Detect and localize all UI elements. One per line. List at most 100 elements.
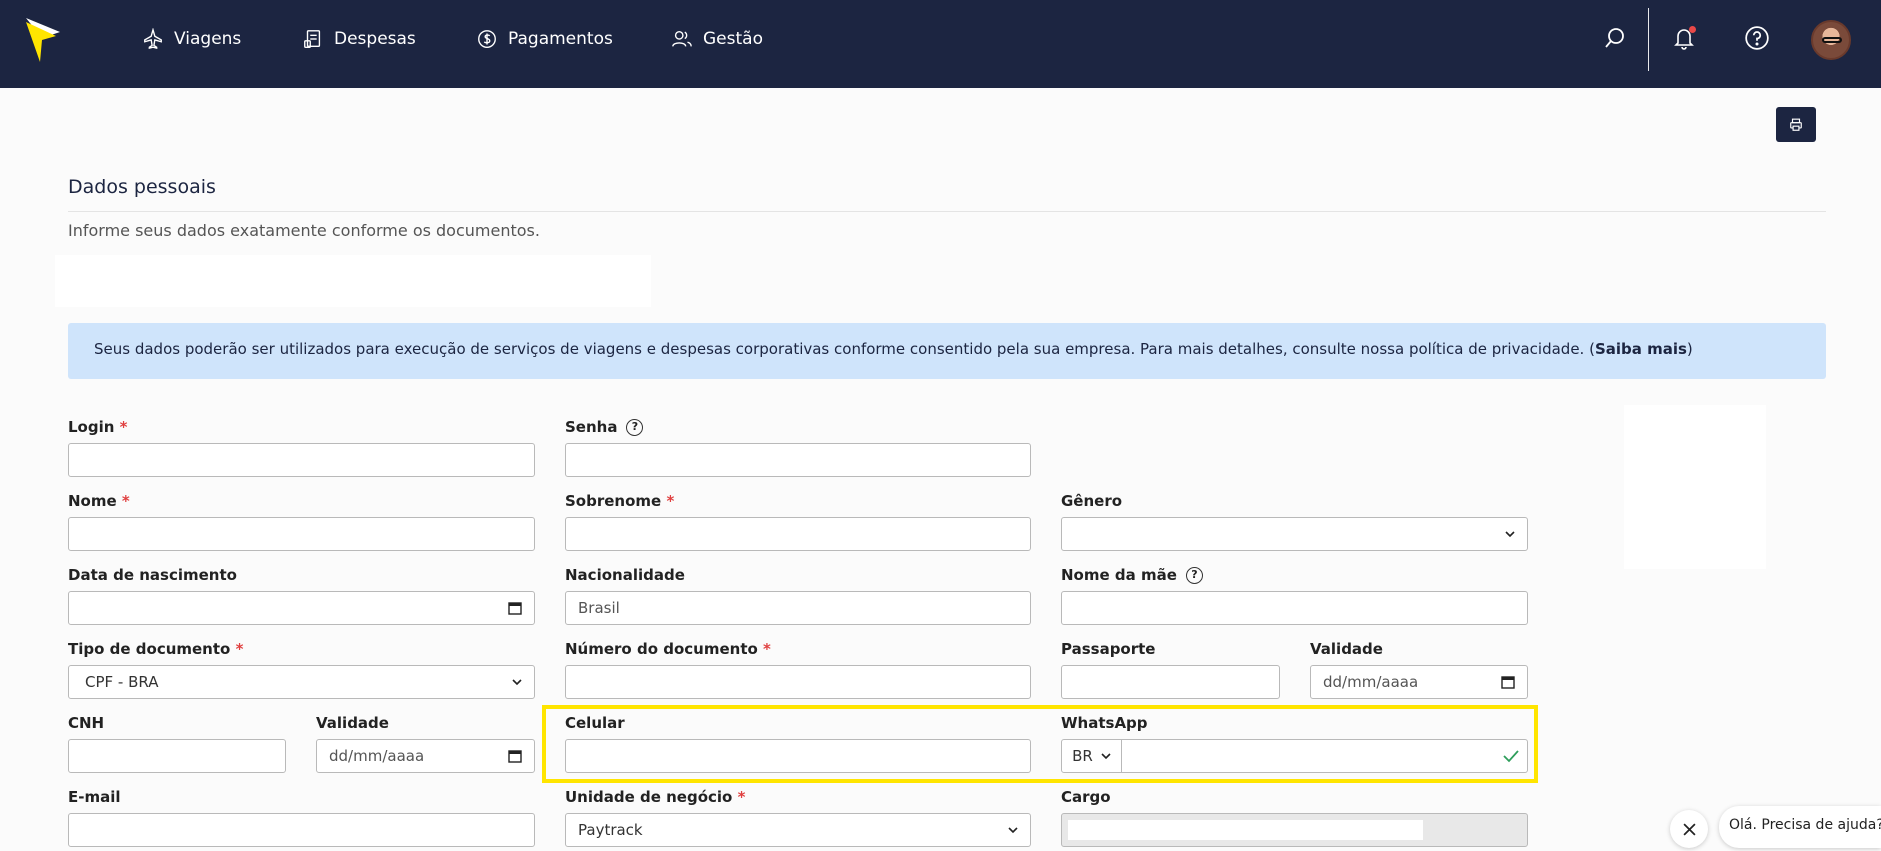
numero-documento-label-text: Número do documento [565, 640, 758, 658]
help-circle-icon [1745, 26, 1769, 50]
paytrack-logo[interactable] [26, 18, 60, 62]
privacy-info-banner: Seus dados poderão ser utilizados para e… [68, 323, 1826, 379]
calendar-icon[interactable] [1501, 675, 1515, 689]
printer-icon [1790, 118, 1802, 131]
top-navbar: Viagens Despesas Pagamentos Gestão [0, 0, 1881, 88]
chevron-down-icon [1008, 827, 1018, 834]
users-icon [672, 30, 692, 47]
unidade-negocio-select[interactable]: Paytrack [565, 813, 1031, 847]
nome-label: Nome * [68, 492, 130, 510]
calendar-icon[interactable] [508, 749, 522, 763]
nav-gestao[interactable]: Gestão [671, 26, 763, 52]
validade-cnh-value: dd/mm/aaaa [329, 747, 425, 765]
nacionalidade-input[interactable]: Brasil [565, 591, 1031, 625]
data-nascimento-label: Data de nascimento [68, 566, 237, 584]
user-avatar[interactable] [1811, 20, 1851, 60]
email-label: E-mail [68, 788, 121, 806]
tipo-documento-select[interactable]: CPF - BRA [68, 665, 535, 699]
unidade-negocio-label-text: Unidade de negócio [565, 788, 733, 806]
plane-icon [144, 28, 162, 50]
tipo-documento-label-text: Tipo de documento [68, 640, 231, 658]
notification-dot [1689, 26, 1696, 33]
nome-mae-help-icon[interactable]: ? [1185, 567, 1203, 584]
nome-input[interactable] [68, 517, 535, 551]
chevron-down-icon [1505, 531, 1515, 538]
saiba-mais-link[interactable]: Saiba mais [1595, 340, 1687, 358]
login-label-text: Login [68, 418, 115, 436]
nome-label-text: Nome [68, 492, 117, 510]
nav-gestao-label: Gestão [703, 29, 763, 49]
notifications-button[interactable] [1670, 24, 1698, 52]
help-button[interactable] [1743, 24, 1771, 52]
calendar-icon[interactable] [508, 601, 522, 615]
receipt-icon [304, 30, 321, 48]
tipo-documento-value: CPF - BRA [85, 673, 159, 691]
nav-despesas-label: Despesas [334, 29, 416, 49]
senha-label: Senha? [565, 418, 644, 436]
nav-pagamentos[interactable]: Pagamentos [476, 26, 613, 52]
nome-mae-label-text: Nome da mãe [1061, 566, 1177, 584]
validade-passaporte-input[interactable]: dd/mm/aaaa [1310, 665, 1528, 699]
required-mark: * [119, 418, 128, 436]
chat-close-button[interactable] [1670, 810, 1708, 848]
genero-select[interactable] [1061, 517, 1528, 551]
nav-viagens-label: Viagens [174, 29, 242, 49]
sobrenome-label-text: Sobrenome [565, 492, 662, 510]
chevron-down-icon [512, 679, 522, 686]
cnh-label: CNH [68, 714, 105, 732]
senha-label-text: Senha [565, 418, 618, 436]
dollar-coin-icon [478, 30, 496, 48]
nav-pagamentos-label: Pagamentos [508, 29, 613, 49]
passaporte-input[interactable] [1061, 665, 1280, 699]
required-mark: * [666, 492, 675, 510]
email-input[interactable] [68, 813, 535, 847]
chat-help-bubble[interactable]: Olá. Precisa de ajuda? [1719, 806, 1881, 848]
print-button[interactable] [1776, 107, 1816, 142]
blank-side-panel [1624, 405, 1766, 569]
required-mark: * [235, 640, 244, 658]
senha-help-icon[interactable]: ? [626, 419, 644, 436]
numero-documento-input[interactable] [565, 665, 1031, 699]
sobrenome-input[interactable] [565, 517, 1031, 551]
cnh-input[interactable] [68, 739, 286, 773]
login-input[interactable] [68, 443, 535, 477]
close-icon [1682, 822, 1696, 836]
navbar-divider [1648, 8, 1649, 71]
highlight-box [542, 705, 1538, 783]
search-button[interactable] [1601, 24, 1629, 52]
unidade-negocio-value: Paytrack [578, 821, 643, 839]
cargo-value [1068, 820, 1423, 840]
required-mark: * [737, 788, 746, 806]
login-label: Login * [68, 418, 128, 436]
nacionalidade-value: Brasil [578, 599, 620, 617]
required-mark: * [763, 640, 771, 658]
cargo-input [1061, 813, 1528, 847]
nome-mae-label: Nome da mãe? [1061, 566, 1203, 584]
nav-despesas[interactable]: Despesas [302, 26, 416, 52]
validade-passaporte-value: dd/mm/aaaa [1323, 673, 1419, 691]
search-icon [1605, 28, 1624, 48]
title-divider [68, 211, 1826, 212]
banner-end: ) [1686, 340, 1693, 358]
blank-panel [55, 255, 651, 307]
genero-label: Gênero [1061, 492, 1123, 510]
validade-cnh-input[interactable]: dd/mm/aaaa [316, 739, 535, 773]
required-mark: * [121, 492, 130, 510]
data-nascimento-input[interactable] [68, 591, 535, 625]
nav-viagens[interactable]: Viagens [142, 26, 241, 52]
nacionalidade-label: Nacionalidade [565, 566, 685, 584]
page-subtitle: Informe seus dados exatamente conforme o… [68, 221, 540, 240]
banner-text: Seus dados poderão ser utilizados para e… [94, 340, 1595, 358]
avatar-glasses [1822, 37, 1842, 43]
validade-cnh-label: Validade [316, 714, 389, 732]
passaporte-label: Passaporte [1061, 640, 1156, 658]
nome-mae-input[interactable] [1061, 591, 1528, 625]
cargo-label: Cargo [1061, 788, 1111, 806]
tipo-documento-label: Tipo de documento * [68, 640, 243, 658]
numero-documento-label: Número do documento * [565, 640, 771, 658]
sobrenome-label: Sobrenome * [565, 492, 674, 510]
page-title: Dados pessoais [68, 176, 216, 198]
unidade-negocio-label: Unidade de negócio * [565, 788, 745, 806]
senha-input[interactable] [565, 443, 1031, 477]
validade-passaporte-label: Validade [1310, 640, 1383, 658]
